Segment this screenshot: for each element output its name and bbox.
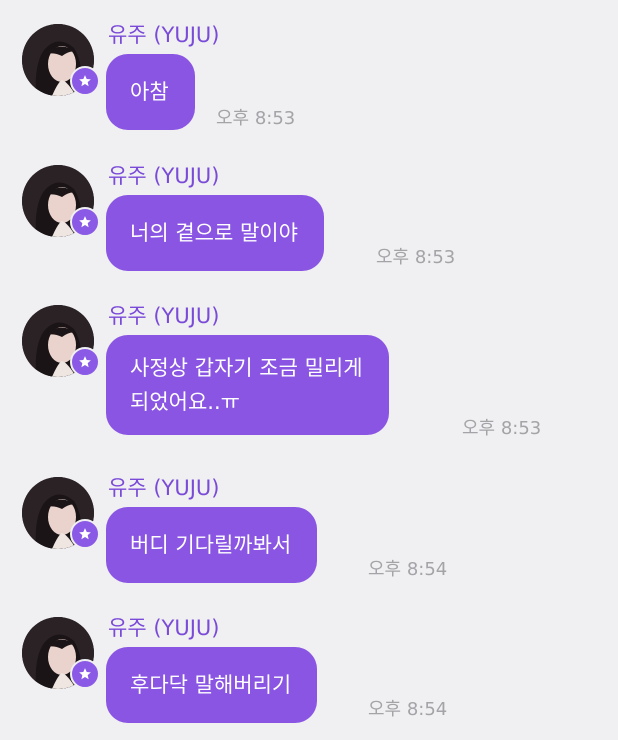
star-icon [79,528,91,540]
message-bubble[interactable]: 너의 곁으로 말이야 [106,195,324,271]
star-badge [70,519,100,549]
star-badge [70,66,100,96]
star-icon [79,356,91,368]
message-timestamp: 오후 8:54 [368,559,448,580]
message-timestamp: 오후 8:53 [216,108,296,129]
sender-name: 유주 (YUJU) [108,616,220,640]
star-badge [70,347,100,377]
sender-name: 유주 (YUJU) [108,304,220,328]
sender-name: 유주 (YUJU) [108,23,220,47]
star-icon [79,75,91,87]
star-badge [70,659,100,689]
message-bubble[interactable]: 사정상 갑자기 조금 밀리게 되었어요..ㅠ [106,335,389,435]
message-timestamp: 오후 8:53 [462,418,542,439]
star-icon [79,216,91,228]
message-timestamp: 오후 8:53 [376,247,456,268]
sender-name: 유주 (YUJU) [108,476,220,500]
message-bubble[interactable]: 아참 [106,54,195,130]
message-bubble[interactable]: 후다닥 말해버리기 [106,647,318,723]
star-icon [79,668,91,680]
sender-name: 유주 (YUJU) [108,164,220,188]
message-timestamp: 오후 8:54 [368,699,448,720]
message-bubble[interactable]: 버디 기다릴까봐서 [106,507,318,583]
star-badge [70,207,100,237]
